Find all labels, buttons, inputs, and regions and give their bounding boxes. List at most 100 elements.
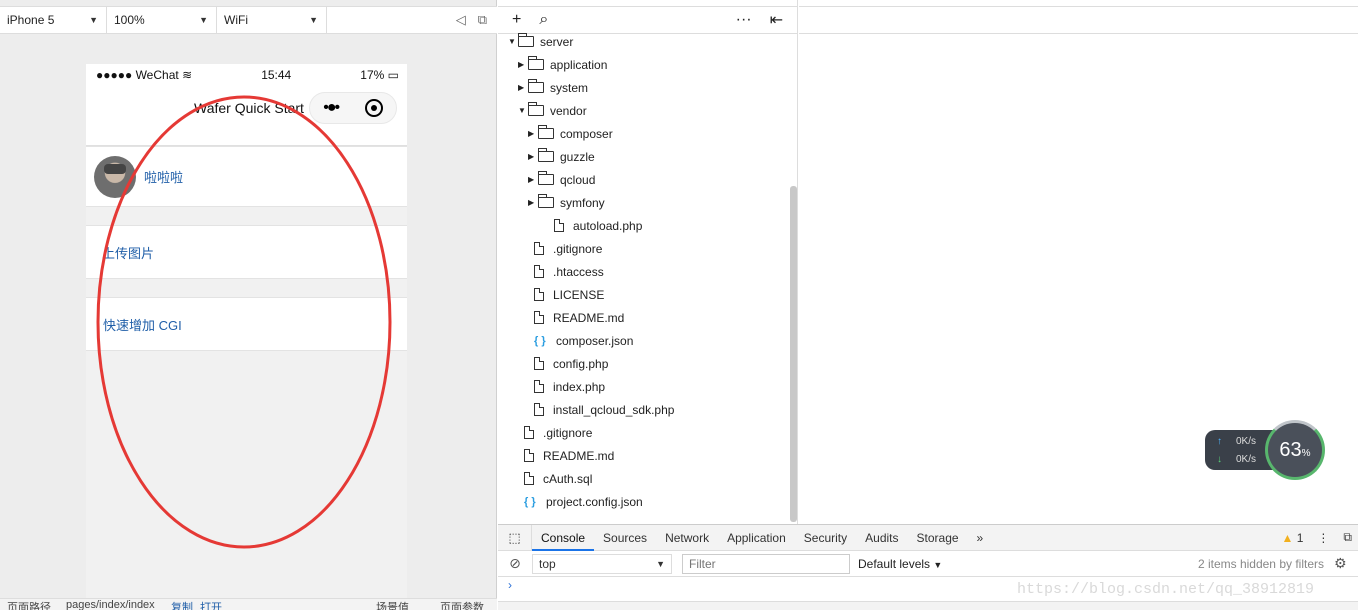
tab-audits[interactable]: Audits [856,525,907,551]
console-prompt[interactable]: › [508,578,512,592]
tree-item[interactable]: ▶ symfony [528,191,605,214]
network-speed-widget[interactable]: ↑ 0K/s ↓ 0K/s 63% [1205,420,1325,480]
more-icon[interactable]: •●• [323,99,340,117]
upload-image-cell[interactable]: 上传图片 [86,225,407,279]
file-tree-panel: + ⌕ ··· ⇤ ▼ server ▶ application ▶ system ▼ ven… [498,0,798,524]
watermark: https://blog.csdn.net/qq_38912819 [1017,581,1315,598]
tree-item[interactable]: .htaccess [534,260,604,283]
tree-item[interactable]: ▼ vendor [518,99,587,122]
warning-count[interactable]: ▲ 1 [1282,531,1304,545]
caret-right-icon[interactable]: ▶ [528,175,538,184]
tree-item[interactable]: autoload.php [554,214,642,237]
undock-icon[interactable]: ⧉ [1343,530,1352,545]
tree-item[interactable]: index.php [534,375,605,398]
caret-right-icon[interactable]: ▶ [518,60,528,69]
warning-icon: ▲ [1281,530,1294,545]
tree-item-label: guzzle [560,149,595,164]
scene-label[interactable]: 场景值 [376,599,409,610]
console-filter-input[interactable] [682,553,850,574]
tree-item[interactable]: { } project.config.json [524,490,643,513]
zoom-select[interactable]: 100% ▼ [107,7,217,33]
chevron-down-icon: ▼ [933,559,943,570]
caret-right-icon[interactable]: ▶ [528,129,538,138]
inspect-element-icon[interactable]: ⬚ [498,524,532,551]
tree-item[interactable]: cAuth.sql [524,467,592,490]
tab-application[interactable]: Application [718,525,795,551]
tree-item-label: .htaccess [553,264,604,279]
folder-icon [528,56,544,70]
add-icon[interactable]: + [512,11,521,29]
device-select[interactable]: iPhone 5 ▼ [0,7,107,33]
user-info-cell[interactable]: 啦啦啦 [86,146,407,207]
tab-sources[interactable]: Sources [594,525,656,551]
quick-add-cgi-cell[interactable]: 快速增加 CGI [86,297,407,351]
tree-item-label: symfony [560,195,605,210]
page-path-label: 页面路径 [7,602,51,610]
usage-percent: 63 [1279,438,1302,461]
chevron-down-icon: ▼ [199,15,208,25]
json-file-icon: { } [534,334,546,347]
tree-item[interactable]: ▼ server [508,30,573,53]
context-select[interactable]: top ▼ [532,553,672,574]
tree-item-label: server [540,34,574,49]
caret-right-icon[interactable]: ▶ [528,152,538,161]
caret-down-icon[interactable]: ▼ [508,37,518,46]
more-tabs-icon[interactable]: » [968,525,993,551]
file-icon [534,242,544,255]
page-path: pages/index/index [66,599,155,610]
folder-open-icon [528,102,544,116]
caret-right-icon[interactable]: ▶ [528,198,538,207]
capsule-menu[interactable]: •●• [309,92,397,124]
quick-add-cgi-label: 快速增加 CGI [103,317,182,333]
tree-item[interactable]: ▶ guzzle [528,145,595,168]
kebab-menu-icon[interactable]: ⋮ [1317,531,1329,545]
tree-item[interactable]: README.md [524,444,614,467]
caret-right-icon[interactable]: ▶ [518,83,528,92]
simulator-panel: iPhone 5 ▼ 100% ▼ WiFi ▼ ◁ ⧉ ●●●●● WeCha… [0,0,497,610]
tree-item-label: composer [560,126,613,141]
tree-item[interactable]: .gitignore [524,421,592,444]
log-levels-select[interactable]: Default levels ▼ [858,557,942,571]
nav-bar: Wafer Quick Start •●• [86,86,407,146]
file-tree-scrollbar[interactable] [790,186,797,522]
tab-security[interactable]: Security [795,525,856,551]
network-select[interactable]: WiFi ▼ [217,7,327,33]
tree-item[interactable]: README.md [534,306,624,329]
tree-item[interactable]: LICENSE [534,283,604,306]
file-icon [534,380,544,393]
tab-console[interactable]: Console [532,525,595,551]
detach-window-icon[interactable]: ⧉ [478,12,487,28]
tree-item[interactable]: .gitignore [534,237,602,260]
tree-item-label: README.md [543,448,615,463]
search-icon[interactable]: ⌕ [539,11,548,29]
download-speed: 0K/s [1236,454,1257,465]
collapse-panel-icon[interactable]: ⇤ [770,10,783,30]
tree-item[interactable]: install_qcloud_sdk.php [534,398,674,421]
tree-item[interactable]: ▶ application [518,53,607,76]
more-icon[interactable]: ··· [736,11,752,29]
close-target-icon[interactable] [364,99,383,117]
battery-indicator: 17% ▭ [360,68,399,82]
caret-down-icon[interactable]: ▼ [518,106,528,115]
file-icon [524,426,534,439]
zoom-select-value: 100% [114,13,145,27]
tab-storage[interactable]: Storage [908,525,968,551]
devtools-tabs: Console Sources Network Application Security… [532,525,968,551]
devtools-tab-bar: ⬚ Console Sources Network Application Securi… [498,524,1358,551]
clear-console-icon[interactable]: ⊘ [498,555,532,572]
tree-item-label: system [550,80,589,95]
copy-link[interactable]: 复制 [171,599,193,610]
tree-item[interactable]: ▶ qcloud [528,168,595,191]
tree-item[interactable]: ▶ composer [528,122,613,145]
open-link[interactable]: 打开 [200,599,222,610]
tree-item[interactable]: { } composer.json [534,329,633,352]
tree-item-label: vendor [550,103,587,118]
tab-network[interactable]: Network [656,525,718,551]
volume-icon[interactable]: ◁ [456,12,466,28]
simulator-tools: ◁ ⧉ [327,12,497,28]
gear-icon[interactable]: ⚙ [1334,555,1358,572]
tree-item[interactable]: config.php [534,352,608,375]
page-params-label[interactable]: 页面参数 [440,599,484,610]
folder-icon [538,148,554,162]
tree-item[interactable]: ▶ system [518,76,588,99]
